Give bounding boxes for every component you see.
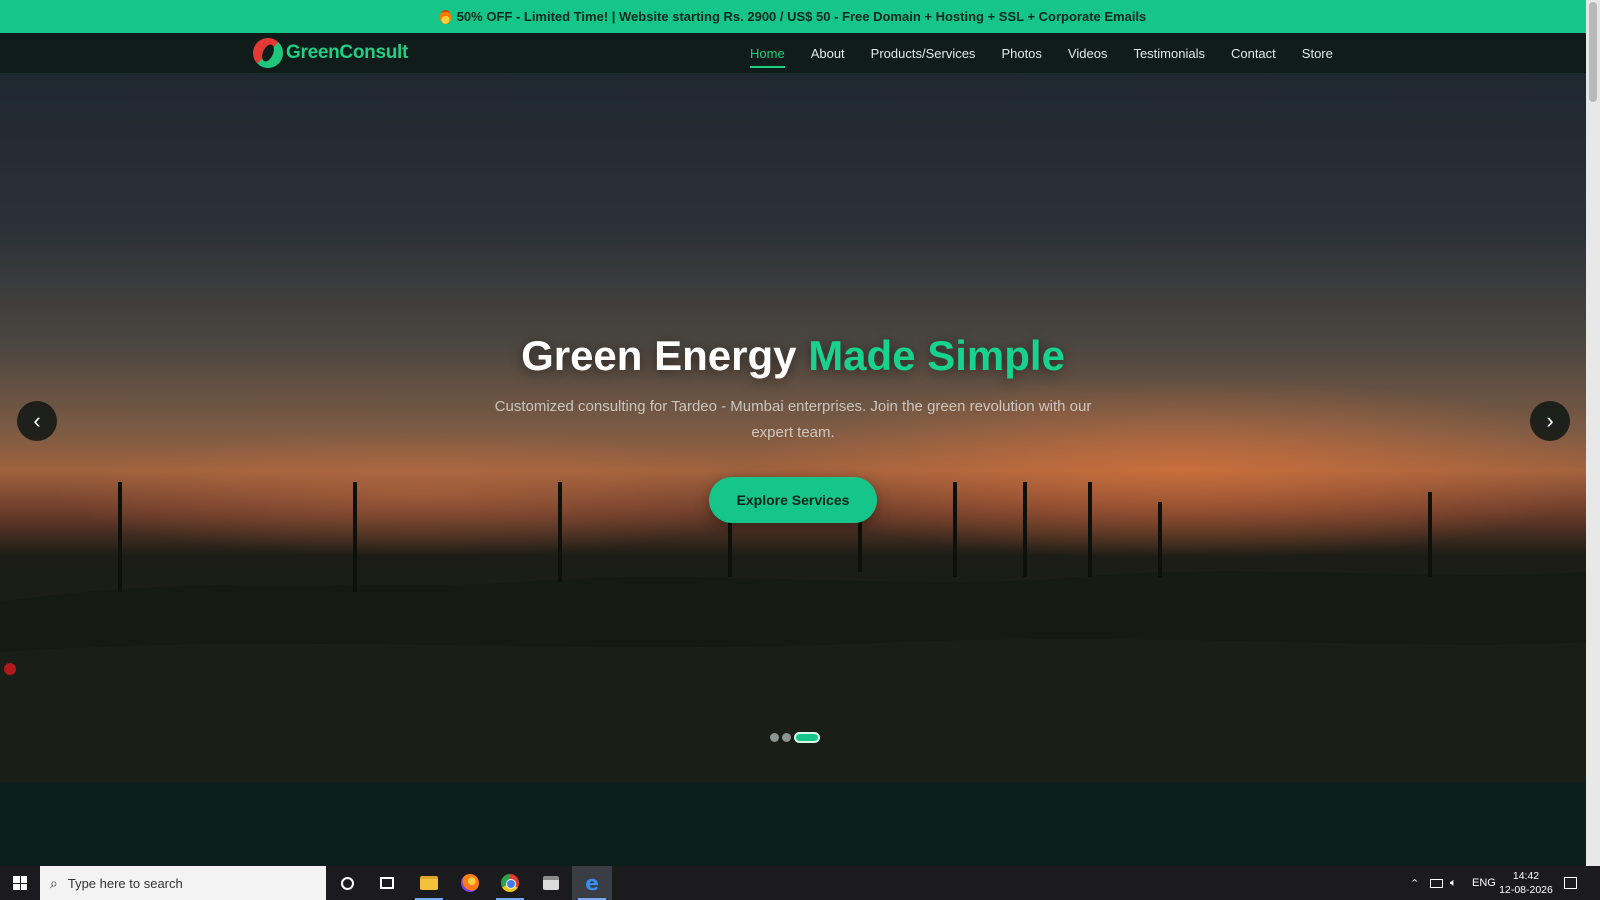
nav-item-contact[interactable]: Contact	[1218, 33, 1289, 74]
nav-item-home[interactable]: Home	[737, 33, 798, 74]
chevron-up-icon: ⌃	[1410, 877, 1420, 890]
firefox-button[interactable]	[450, 866, 490, 900]
promo-text: 50% OFF - Limited Time! | Website starti…	[456, 9, 1147, 24]
language-indicator[interactable]: ENG	[1472, 866, 1496, 900]
edge-button[interactable]: e	[572, 866, 612, 900]
hero-title-accent: Made Simple	[808, 332, 1065, 379]
search-icon: ⌕	[50, 874, 58, 891]
hero-subtitle: Customized consulting for Tardeo - Mumba…	[494, 398, 1092, 441]
main-navbar: GreenConsult Home About Products/Service…	[0, 33, 1586, 74]
store-app-button[interactable]	[531, 866, 571, 900]
promo-banner: 50% OFF - Limited Time! | Website starti…	[0, 0, 1586, 33]
taskbar-search-box[interactable]: ⌕ Type here to search	[40, 866, 326, 900]
fire-icon	[439, 9, 451, 24]
notification-icon	[1564, 877, 1577, 889]
cortana-circle-icon	[340, 876, 354, 890]
start-button[interactable]	[0, 866, 40, 900]
taskbar-search-placeholder: Type here to search	[67, 875, 183, 891]
chevron-left-icon: ‹	[33, 408, 41, 433]
explore-services-button[interactable]: Explore Services	[709, 477, 877, 523]
slider-dot-3[interactable]	[794, 732, 820, 743]
hero-slider: Green Energy Made Simple Customized cons…	[0, 74, 1586, 782]
cortana-button[interactable]	[327, 866, 367, 900]
nav-item-products-services[interactable]: Products/Services	[858, 33, 989, 74]
slider-dot-2[interactable]	[782, 733, 791, 742]
folder-icon	[420, 876, 438, 890]
windows-logo-icon	[13, 876, 27, 890]
chrome-button[interactable]	[490, 866, 530, 900]
notifications-button[interactable]	[1564, 866, 1577, 900]
network-button[interactable]	[1430, 866, 1443, 900]
leaf-logo-icon	[253, 38, 283, 68]
task-view-icon	[380, 877, 394, 889]
store-icon	[543, 876, 559, 890]
page-scrollbar[interactable]	[1586, 0, 1600, 866]
slider-dot-1[interactable]	[770, 733, 779, 742]
taskbar-clock[interactable]: 14:42 12-08-2026	[1496, 869, 1556, 897]
nav-item-testimonials[interactable]: Testimonials	[1120, 33, 1218, 74]
nav-item-store[interactable]: Store	[1289, 33, 1346, 74]
nav-item-photos[interactable]: Photos	[988, 33, 1054, 74]
logo-text: GreenConsult	[286, 42, 409, 63]
hero-title-main: Green Energy	[521, 332, 797, 379]
windows-taskbar: ⌕ Type here to search e ⌃ 🔈︎ ENG 14:42 1…	[0, 866, 1600, 900]
volume-button[interactable]: 🔈︎	[1450, 866, 1457, 900]
chrome-icon	[501, 874, 519, 892]
file-explorer-button[interactable]	[409, 866, 449, 900]
task-view-button[interactable]	[367, 866, 407, 900]
firefox-icon	[461, 874, 479, 892]
clock-time: 14:42	[1512, 870, 1540, 882]
edge-icon: e	[585, 871, 599, 895]
scrollbar-thumb[interactable]	[1589, 2, 1597, 102]
red-indicator-dot	[4, 663, 16, 675]
slider-indicators	[770, 732, 820, 743]
site-logo[interactable]: GreenConsult	[253, 38, 408, 68]
language-label: ENG	[1472, 877, 1496, 889]
hero-title: Green Energy Made Simple	[0, 332, 1586, 380]
tray-show-hidden-button[interactable]: ⌃	[1410, 866, 1419, 900]
volume-icon: 🔈︎	[1450, 876, 1457, 889]
slider-prev-button[interactable]: ‹	[17, 401, 57, 441]
clock-date: 12-08-2026	[1499, 884, 1553, 896]
slider-next-button[interactable]: ›	[1530, 401, 1570, 441]
chevron-right-icon: ›	[1546, 408, 1554, 433]
nav-menu: Home About Products/Services Photos Vide…	[737, 33, 1346, 74]
nav-item-about[interactable]: About	[798, 33, 858, 74]
network-icon	[1430, 878, 1443, 888]
nav-item-videos[interactable]: Videos	[1055, 33, 1121, 74]
